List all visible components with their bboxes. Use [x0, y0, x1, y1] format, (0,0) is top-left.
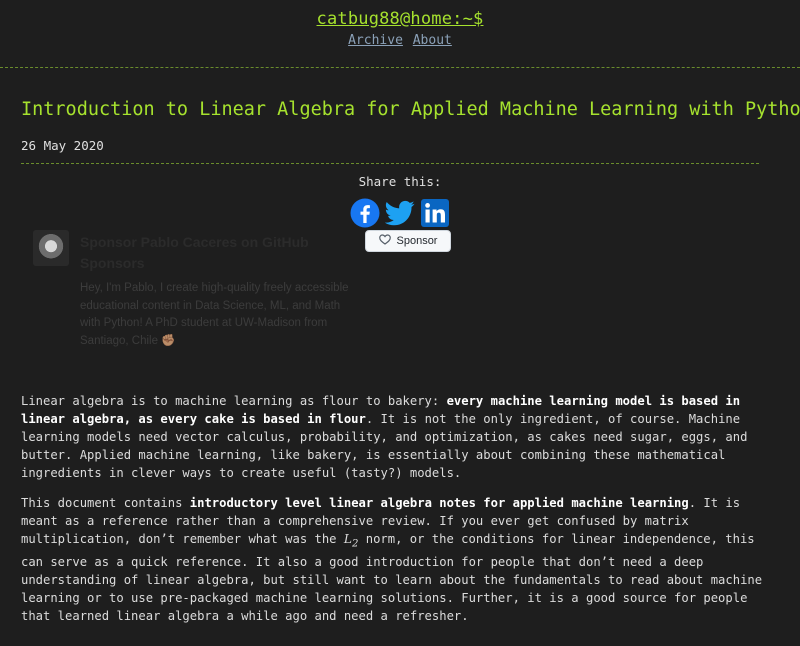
- facebook-icon[interactable]: [350, 198, 380, 228]
- paragraph-1: Linear algebra is to machine learning as…: [21, 394, 748, 480]
- nav-about-link[interactable]: About: [413, 33, 452, 48]
- site-title-link[interactable]: catbug88@home:~$: [317, 9, 484, 29]
- twitter-icon[interactable]: [384, 198, 415, 228]
- sponsor-description: Hey, I'm Pablo, I create high-quality fr…: [80, 282, 349, 347]
- post: Introduction to Linear Algebra for Appli…: [0, 98, 800, 625]
- post-date: 26 May 2020: [21, 138, 104, 153]
- share-label: Share this:: [358, 174, 442, 189]
- sponsor-title[interactable]: Sponsor Pablo Caceres on GitHub Sponsors: [80, 232, 350, 274]
- post-divider: [21, 163, 759, 164]
- post-title: Introduction to Linear Algebra for Appli…: [21, 99, 800, 120]
- header-divider: [0, 67, 800, 68]
- article-content: Linear algebra is to machine learning as…: [21, 392, 779, 625]
- paragraph-2: This document contains introductory leve…: [21, 496, 763, 624]
- nav-archive-link[interactable]: Archive: [348, 33, 403, 48]
- linkedin-icon[interactable]: [420, 198, 450, 228]
- github-sponsor-card: Sponsor Pablo Caceres on GitHub Sponsors…: [21, 230, 779, 380]
- avatar: [33, 230, 69, 266]
- sponsor-button[interactable]: Sponsor: [365, 230, 451, 252]
- l2-norm-math: L2: [343, 532, 359, 550]
- site-header: catbug88@home:~$ Archive About: [0, 0, 800, 58]
- page: catbug88@home:~$ Archive About Introduct…: [0, 0, 800, 646]
- heart-icon: [378, 234, 391, 248]
- share-icons: [21, 198, 779, 228]
- share-section: Share this:: [21, 174, 779, 228]
- site-nav: Archive About: [0, 33, 800, 48]
- sponsor-button-label: Sponsor: [396, 235, 438, 247]
